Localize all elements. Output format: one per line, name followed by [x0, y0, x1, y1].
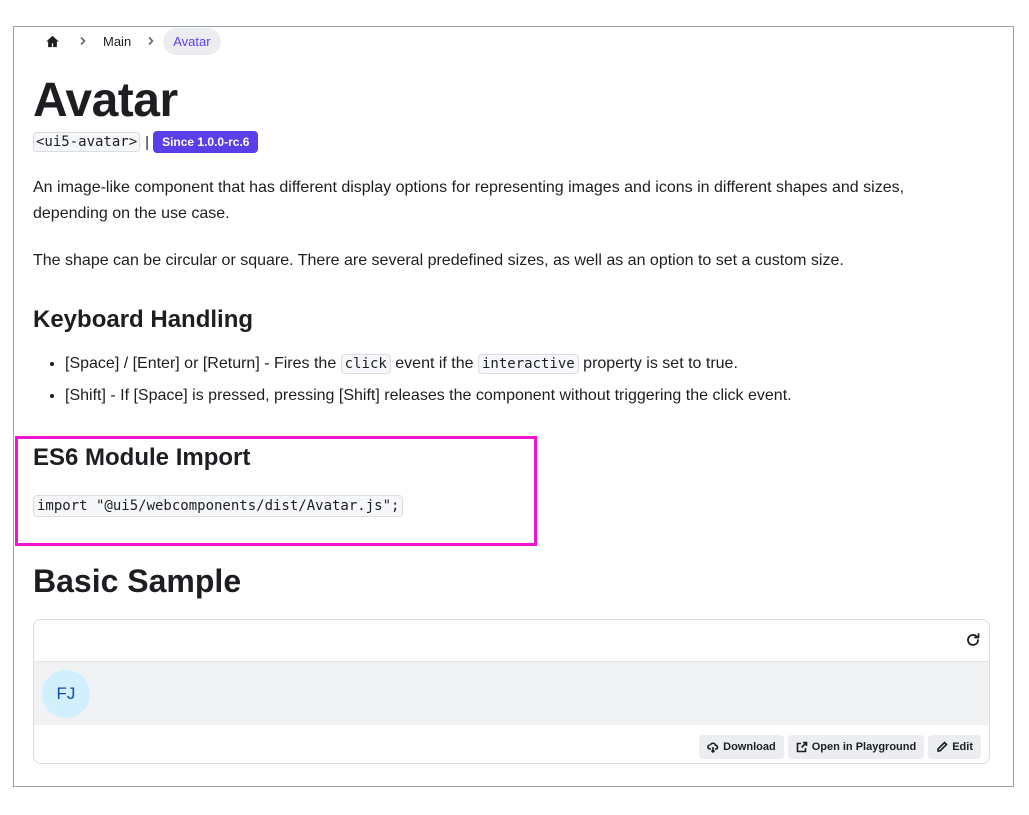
basic-sample-heading: Basic Sample	[33, 563, 242, 599]
import-code-snippet: import "@ui5/webcomponents/dist/Avatar.j…	[33, 495, 404, 517]
list-item-text: property is set to true.	[578, 355, 738, 372]
description-paragraph-2: The shape can be circular or square. The…	[33, 252, 844, 269]
code-click: click	[340, 354, 391, 374]
breadcrumb: Main Avatar	[33, 27, 221, 55]
chevron-right-icon	[139, 36, 163, 46]
edit-button[interactable]: Edit	[928, 735, 981, 759]
download-icon	[707, 742, 719, 753]
pencil-icon	[937, 741, 948, 752]
open-in-playground-button[interactable]: Open in Playground	[787, 735, 925, 759]
avatar[interactable]: FJ	[42, 670, 90, 718]
edit-label: Edit	[952, 741, 973, 753]
sample-card: FJ Download Open in Playground Edit	[33, 619, 990, 764]
breadcrumb-item-avatar: Avatar	[163, 27, 221, 55]
download-button[interactable]: Download	[699, 735, 784, 759]
download-label: Download	[723, 741, 776, 753]
tag-separator: |	[145, 133, 150, 151]
breadcrumb-item-main[interactable]: Main	[95, 34, 139, 49]
code-interactive: interactive	[478, 354, 579, 374]
list-item: [Space] / [Enter] or [Return] - Fires th…	[65, 353, 792, 375]
playground-label: Open in Playground	[811, 741, 917, 753]
keyboard-handling-heading: Keyboard Handling	[33, 306, 254, 333]
sample-actions: Download Open in Playground Edit	[699, 735, 981, 759]
sample-preview: FJ	[34, 662, 989, 725]
es6-import-heading: ES6 Module Import	[33, 444, 251, 471]
component-tag: <ui5-avatar>	[33, 132, 141, 152]
list-item-text: event if the	[390, 355, 478, 372]
component-tagline: <ui5-avatar> | Since 1.0.0-rc.6	[33, 131, 259, 153]
refresh-icon[interactable]	[965, 632, 981, 648]
browser-frame: Main Avatar Avatar <ui5-avatar> | Since …	[13, 26, 1014, 787]
keyboard-list: [Space] / [Enter] or [Return] - Fires th…	[33, 353, 792, 417]
list-item: [Shift] - If [Space] is pressed, pressin…	[65, 385, 792, 407]
since-badge: Since 1.0.0-rc.6	[153, 131, 259, 153]
description-paragraph-1: An image-like component that has differe…	[33, 179, 905, 222]
external-link-icon	[796, 741, 808, 753]
sample-toolbar	[34, 620, 989, 662]
home-icon[interactable]	[33, 34, 71, 49]
list-item-text: [Space] / [Enter] or [Return] - Fires th…	[65, 355, 341, 372]
chevron-right-icon	[71, 36, 95, 46]
page-title: Avatar	[33, 74, 178, 127]
